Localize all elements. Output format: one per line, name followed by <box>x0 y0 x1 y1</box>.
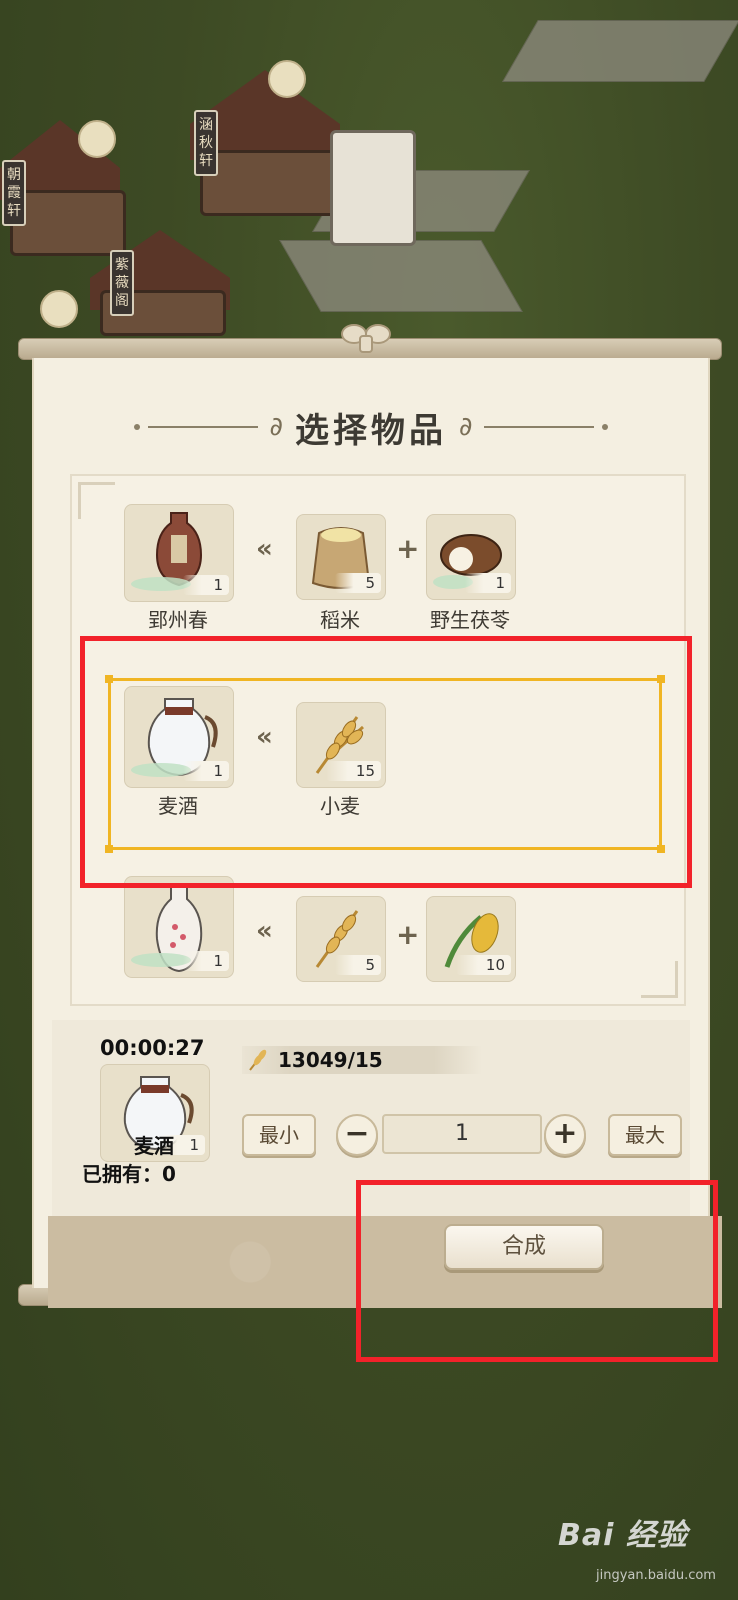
annotation-box-synthesize <box>356 1180 718 1362</box>
product-slot[interactable]: 1 <box>124 876 234 978</box>
title-dot <box>133 424 140 430</box>
resource-count: 13049/15 <box>278 1048 383 1072</box>
annotation-box-recipe <box>80 636 692 888</box>
plus-icon: + <box>396 532 420 565</box>
swirl-ornament-icon: ∂ <box>269 412 283 442</box>
item-count: 10 <box>455 955 511 975</box>
arrow-left-icon: « <box>256 534 273 564</box>
swirl-ornament-icon: ∂ <box>459 412 473 442</box>
watermark-brand: Bai 经验 <box>558 1518 688 1553</box>
coin-bubble-icon[interactable] <box>40 290 78 328</box>
watermark-url: jingyan.baidu.com <box>596 1568 716 1583</box>
max-quantity-button[interactable]: 最大 <box>608 1114 682 1156</box>
increase-quantity-button[interactable]: + <box>544 1114 586 1156</box>
plus-icon: + <box>396 918 420 951</box>
building <box>200 150 346 216</box>
min-quantity-button[interactable]: 最小 <box>242 1114 316 1156</box>
dialog-title-row: ∂ 选择物品 ∂ <box>34 402 708 452</box>
baidu-watermark: Bai 经验 <box>558 1490 728 1560</box>
craft-timer: 00:00:27 <box>100 1036 205 1060</box>
building-sign: 紫薇阁 <box>110 250 134 316</box>
item-base-shadow <box>131 577 191 591</box>
title-line-left <box>147 426 258 428</box>
decrease-quantity-button[interactable]: − <box>336 1114 378 1156</box>
title-line-right <box>484 426 595 428</box>
item-count: 1 <box>183 575 229 595</box>
stone-path <box>279 240 523 312</box>
item-base-shadow <box>131 953 191 967</box>
title-dot <box>602 424 609 430</box>
item-count: 5 <box>335 955 381 975</box>
product-slot[interactable]: 1 <box>124 504 234 602</box>
item-count: 5 <box>335 573 381 593</box>
building-sign: 涵秋轩 <box>194 110 218 176</box>
ingredient-slot[interactable]: 5 <box>296 514 386 600</box>
ingredient-slot[interactable]: 10 <box>426 896 516 982</box>
quantity-input[interactable]: 1 <box>382 1114 542 1154</box>
scroll-knot-icon <box>341 324 391 353</box>
coin-bubble-icon[interactable] <box>78 120 116 158</box>
ingredient-name: 野生茯苓 <box>430 608 510 632</box>
stone-path <box>502 20 738 82</box>
coin-bubble-icon[interactable] <box>268 60 306 98</box>
dialog-title: 选择物品 <box>295 410 447 451</box>
building-sign: 朝霞轩 <box>2 160 26 226</box>
ingredient-slot[interactable]: 5 <box>296 896 386 982</box>
building-gate <box>330 130 416 246</box>
building <box>10 190 126 256</box>
product-name: 郢州春 <box>148 608 208 632</box>
recipe-row[interactable]: 1 郢州春 « 5 稻米 + 1 野生茯苓 <box>72 494 684 654</box>
arrow-left-icon: « <box>256 916 273 946</box>
item-count: 1 <box>465 573 511 593</box>
resource-bar: 13049/15 <box>242 1046 482 1074</box>
ingredient-slot[interactable]: 1 <box>426 514 516 600</box>
selected-item-name: 麦酒 <box>134 1134 174 1158</box>
owned-count: 已拥有：0 <box>82 1162 176 1186</box>
wheat-icon <box>249 1049 267 1071</box>
ingredient-name: 稻米 <box>320 608 360 632</box>
item-count: 1 <box>183 951 229 971</box>
